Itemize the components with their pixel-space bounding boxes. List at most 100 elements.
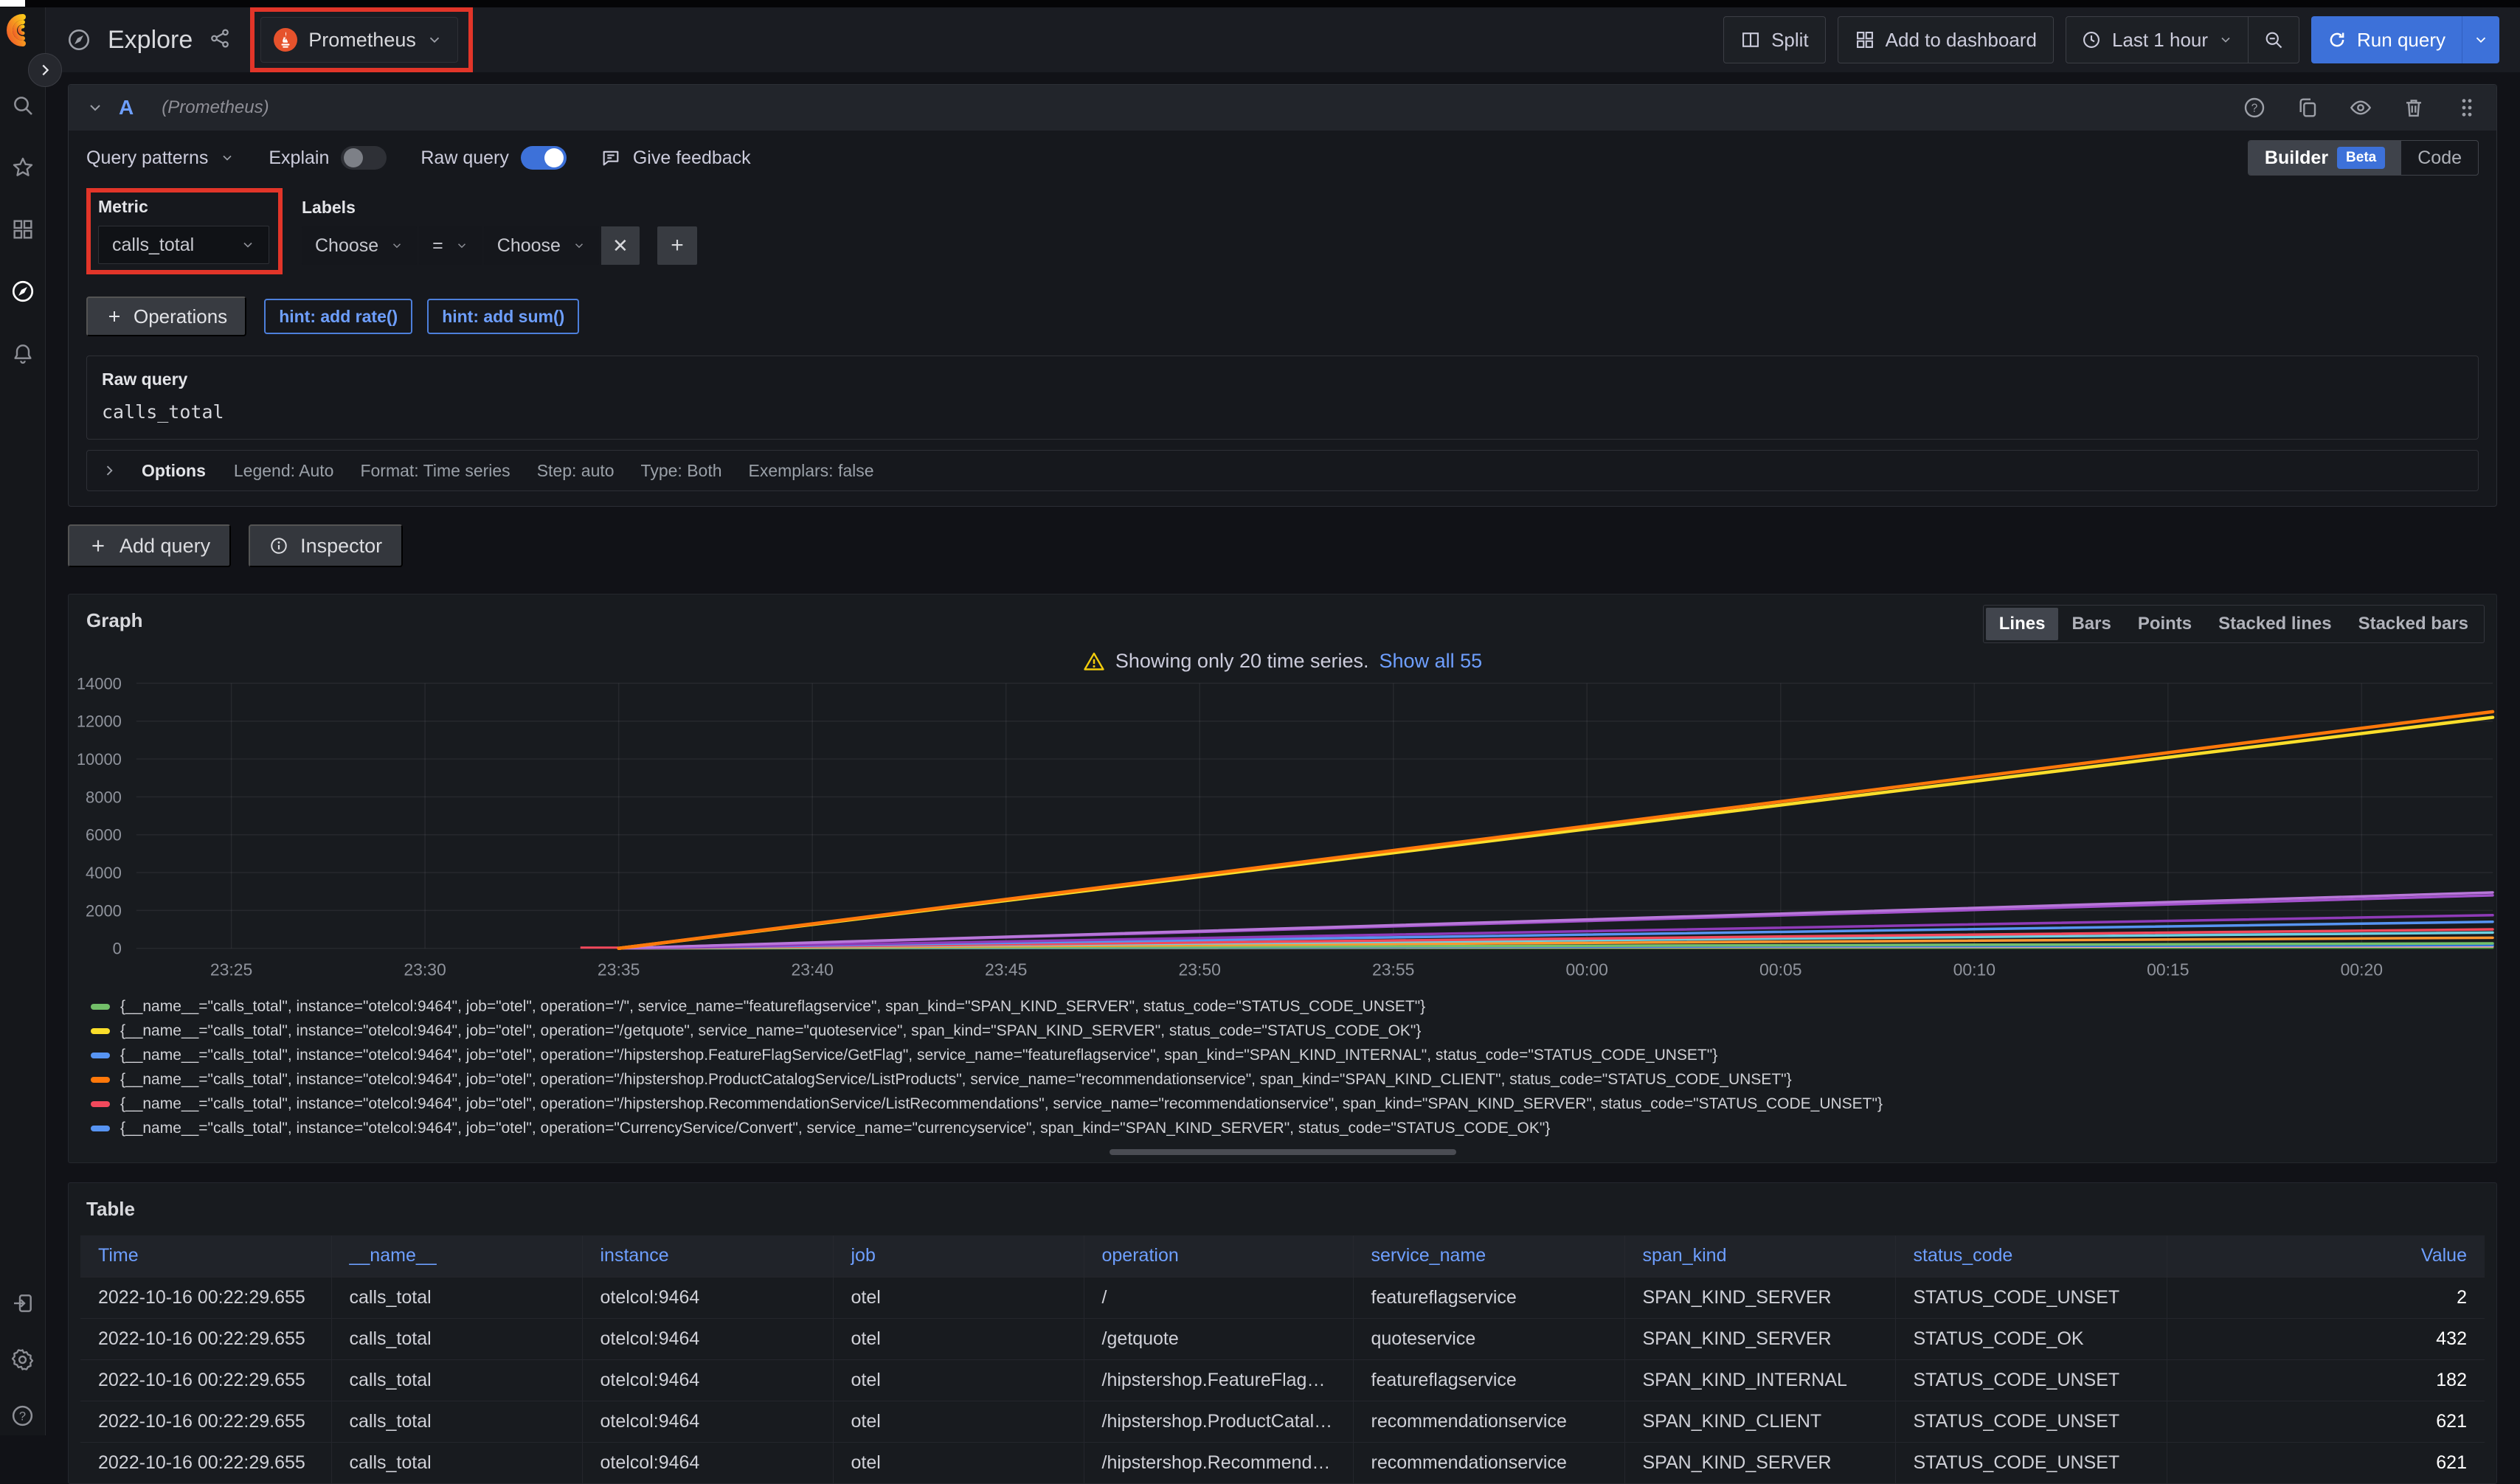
label-value-select[interactable]: Choose <box>484 226 599 265</box>
query-hint-button-1[interactable]: hint: add sum() <box>427 299 579 334</box>
give-feedback-link[interactable]: Give feedback <box>600 148 751 169</box>
chevron-down-icon <box>2473 32 2489 48</box>
datasource-name: Prometheus <box>308 29 416 52</box>
builder-mode-tab[interactable]: Builder Beta <box>2249 141 2401 175</box>
sidebar-expand-button[interactable] <box>28 53 62 87</box>
column-header-status-code[interactable]: status_code <box>1895 1235 2167 1277</box>
table-cell: STATUS_CODE_UNSET <box>1895 1359 2167 1401</box>
help-icon[interactable]: ? <box>10 1403 35 1428</box>
graph-mode-stacked-bars[interactable]: Stacked bars <box>2345 608 2482 640</box>
warning-triangle-icon <box>1083 651 1105 673</box>
column-header---name--[interactable]: __name__ <box>331 1235 582 1277</box>
table-cell: otel <box>833 1401 1084 1442</box>
query-patterns-dropdown[interactable]: Query patterns <box>86 148 235 169</box>
table-cell: SPAN_KIND_CLIENT <box>1624 1401 1895 1442</box>
label-key-select[interactable]: Choose <box>302 226 417 265</box>
legend-item[interactable]: {__name__="calls_total", instance="otelc… <box>91 1116 2496 1140</box>
duplicate-query-icon[interactable] <box>2296 96 2319 119</box>
split-button[interactable]: Split <box>1723 16 1826 63</box>
svg-text:00:15: 00:15 <box>2147 960 2189 979</box>
zoom-out-time-button[interactable] <box>2248 17 2299 63</box>
query-help-icon[interactable]: ? <box>2243 96 2266 119</box>
query-option-summary: Format: Time series <box>360 461 510 481</box>
graph-mode-stacked-lines[interactable]: Stacked lines <box>2205 608 2344 640</box>
table-cell: /hipstershop.Recommendation... <box>1084 1442 1353 1483</box>
code-mode-tab[interactable]: Code <box>2401 141 2478 175</box>
raw-query-toggle[interactable] <box>521 146 567 170</box>
table-cell: otel <box>833 1442 1084 1483</box>
graph-mode-points[interactable]: Points <box>2125 608 2205 640</box>
time-series-chart[interactable]: 0200040006000800010000120001400023:2523:… <box>69 677 2496 987</box>
svg-text:10000: 10000 <box>77 750 122 769</box>
explore-compass-icon[interactable] <box>10 279 35 304</box>
table-cell: calls_total <box>331 1401 582 1442</box>
graph-mode-lines[interactable]: Lines <box>1986 608 2059 640</box>
run-query-button[interactable]: Run query <box>2311 16 2499 63</box>
svg-text:00:10: 00:10 <box>1953 960 1995 979</box>
results-table: Time__name__instancejoboperationservice_… <box>80 1235 2485 1483</box>
drag-handle-icon[interactable] <box>2455 96 2479 119</box>
legend-item[interactable]: {__name__="calls_total", instance="otelc… <box>91 1019 2496 1043</box>
remove-query-trash-icon[interactable] <box>2402 96 2426 119</box>
add-query-button[interactable]: Add query <box>68 524 231 567</box>
collapse-chevron-icon <box>86 99 104 117</box>
info-circle-icon <box>269 536 288 555</box>
topbar: Explore Prometheus Split Add to d <box>46 7 2520 72</box>
table-cell: calls_total <box>331 1318 582 1359</box>
column-header-service-name[interactable]: service_name <box>1353 1235 1624 1277</box>
comment-icon <box>600 148 621 168</box>
datasource-picker[interactable]: Prometheus <box>260 17 458 63</box>
remove-label-filter-button[interactable]: ✕ <box>601 226 640 265</box>
inspector-button[interactable]: Inspector <box>249 524 403 567</box>
editor-mode-switch: Builder Beta Code <box>2248 140 2479 176</box>
sign-in-icon[interactable] <box>10 1291 35 1316</box>
operations-button[interactable]: Operations <box>86 297 246 336</box>
legend-item[interactable]: {__name__="calls_total", instance="otelc… <box>91 994 2496 1019</box>
svg-text:23:55: 23:55 <box>1372 960 1414 979</box>
search-icon[interactable] <box>10 93 35 118</box>
explain-toggle-item: Explain <box>269 146 387 170</box>
label-operator-select[interactable]: = <box>419 226 482 265</box>
alerting-bell-icon[interactable] <box>10 341 35 366</box>
add-to-dashboard-button[interactable]: Add to dashboard <box>1838 16 2054 63</box>
settings-gear-icon[interactable] <box>10 1347 35 1372</box>
legend-item[interactable]: {__name__="calls_total", instance="otelc… <box>91 1092 2496 1116</box>
legend-series-label: {__name__="calls_total", instance="otelc… <box>120 1095 1883 1113</box>
metric-select[interactable]: calls_total <box>98 226 269 264</box>
hide-response-eye-icon[interactable] <box>2349 96 2372 119</box>
svg-text:23:35: 23:35 <box>598 960 640 979</box>
query-row-header[interactable]: A (Prometheus) ? <box>69 85 2496 131</box>
column-header-job[interactable]: job <box>833 1235 1084 1277</box>
share-icon[interactable] <box>209 27 234 52</box>
show-all-series-link[interactable]: Show all 55 <box>1380 650 1483 673</box>
graph-mode-bars[interactable]: Bars <box>2058 608 2124 640</box>
dashboards-icon[interactable] <box>10 217 35 242</box>
table-cell: calls_total <box>331 1277 582 1318</box>
legend-item[interactable]: {__name__="calls_total", instance="otelc… <box>91 1067 2496 1092</box>
page-title: Explore <box>108 26 193 55</box>
svg-text:23:30: 23:30 <box>404 960 446 979</box>
svg-text:23:25: 23:25 <box>210 960 252 979</box>
add-label-filter-button[interactable]: + <box>657 226 697 265</box>
table-cell: STATUS_CODE_UNSET <box>1895 1442 2167 1483</box>
split-icon <box>1740 30 1761 50</box>
starred-icon[interactable] <box>10 155 35 180</box>
column-header-span-kind[interactable]: span_kind <box>1624 1235 1895 1277</box>
table-cell: recommendationservice <box>1353 1401 1624 1442</box>
grafana-logo-icon[interactable] <box>6 13 40 47</box>
explain-toggle[interactable] <box>341 146 387 170</box>
metric-annotation-box: Metric calls_total <box>86 188 283 274</box>
query-hint-button-0[interactable]: hint: add rate() <box>264 299 412 334</box>
query-options-row[interactable]: Options Legend: AutoFormat: Time seriesS… <box>86 450 2479 491</box>
table-cell: calls_total <box>331 1359 582 1401</box>
run-query-dropdown[interactable] <box>2462 16 2499 63</box>
time-range-picker[interactable]: Last 1 hour <box>2066 17 2248 63</box>
column-header-instance[interactable]: instance <box>582 1235 833 1277</box>
column-header-operation[interactable]: operation <box>1084 1235 1353 1277</box>
legend-item[interactable]: {__name__="calls_total", instance="otelc… <box>91 1043 2496 1067</box>
column-header-Value[interactable]: Value <box>2167 1235 2485 1277</box>
column-header-Time[interactable]: Time <box>80 1235 331 1277</box>
legend-scrollbar[interactable] <box>1110 1149 1456 1155</box>
svg-text:23:50: 23:50 <box>1179 960 1221 979</box>
zoom-out-icon <box>2263 30 2284 50</box>
